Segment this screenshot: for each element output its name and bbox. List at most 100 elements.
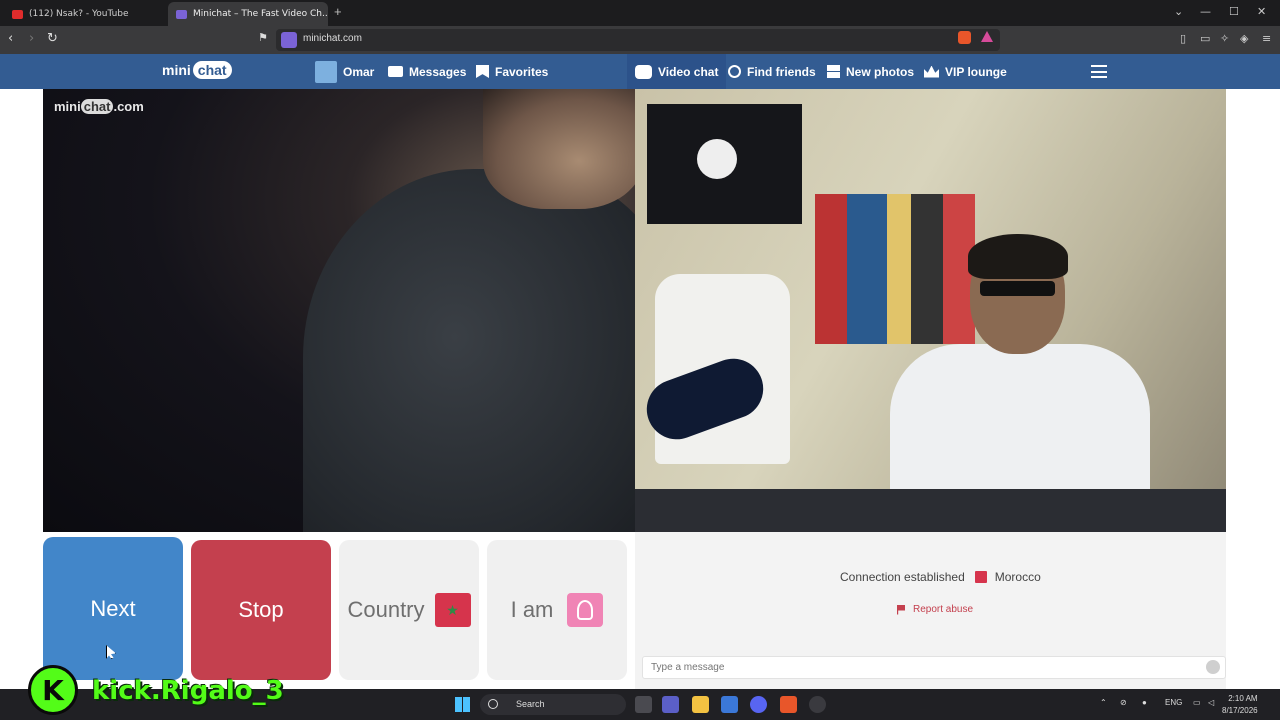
- mic-icon[interactable]: ●: [1142, 698, 1147, 707]
- browser-toolbar: ‹ › ↻ ⚑ minichat.com ▯ ▭ ✧ ◈ ≡: [0, 26, 1280, 54]
- bookmark-icon: [476, 65, 489, 78]
- address-bar[interactable]: minichat.com: [276, 29, 1000, 51]
- display-icon[interactable]: ▭: [1193, 698, 1201, 707]
- tab-list-chevron-icon[interactable]: ⌄: [1174, 5, 1183, 18]
- forward-button[interactable]: ›: [29, 31, 34, 46]
- tab-youtube[interactable]: (112) Nsak? - YouTube: [4, 2, 164, 26]
- maximize-button[interactable]: ☐: [1229, 5, 1239, 18]
- nav-user-label: Omar: [343, 64, 375, 79]
- stranger-face: [483, 89, 635, 209]
- reload-button[interactable]: ↻: [47, 31, 58, 46]
- network-icon[interactable]: ⊘: [1120, 698, 1127, 707]
- file-explorer-icon[interactable]: [692, 696, 709, 713]
- browser-tabbar: (112) Nsak? - YouTube Minichat – The Fas…: [0, 0, 1280, 26]
- tab-title: Minichat – The Fast Video Ch...: [193, 9, 328, 19]
- nav-favorites[interactable]: Favorites: [476, 54, 548, 89]
- nav-find-friends[interactable]: Find friends: [728, 54, 816, 89]
- nav-messages-label: Messages: [409, 64, 467, 79]
- partner-country: Morocco: [994, 570, 1041, 584]
- nav-messages[interactable]: Messages: [388, 54, 466, 89]
- tab-title: (112) Nsak? - YouTube: [29, 9, 129, 19]
- kick-logo-icon: K: [28, 665, 78, 715]
- app-icon[interactable]: [809, 696, 826, 713]
- site-navbar: mini chat Omar Messages Favorites Video …: [0, 54, 1280, 89]
- stranger-video: [43, 89, 635, 532]
- desk-image: [635, 489, 1226, 532]
- task-view-icon[interactable]: [635, 696, 652, 713]
- hamburger-menu-icon[interactable]: [1091, 65, 1107, 78]
- nav-vip-lounge[interactable]: VIP lounge: [924, 54, 1007, 89]
- nav-find-friends-label: Find friends: [747, 64, 816, 79]
- minichat-favicon-icon: [176, 9, 187, 19]
- menu-icon[interactable]: ≡: [1262, 32, 1271, 45]
- bookmark-icon[interactable]: ⚑: [258, 31, 268, 44]
- taskbar-clock[interactable]: 2:10 AM 8/17/2026: [1222, 693, 1258, 717]
- search-icon: [488, 699, 498, 709]
- site-info-icon[interactable]: [281, 32, 297, 48]
- kick-handle: kick.Rigalo_3: [92, 676, 284, 706]
- self-video: [635, 89, 1226, 532]
- avatar: [315, 60, 337, 83]
- nav-vip-lounge-label: VIP lounge: [945, 64, 1007, 79]
- country-label: Country: [347, 597, 425, 622]
- discord-icon[interactable]: [750, 696, 767, 713]
- leo-icon[interactable]: ✧: [1220, 32, 1229, 45]
- female-user-icon: [567, 593, 604, 627]
- report-abuse-link[interactable]: Report abuse: [897, 604, 973, 615]
- pirate-flag-image: [647, 104, 802, 224]
- video-watermark: mini chat .com: [54, 99, 144, 114]
- crown-icon: [924, 65, 939, 78]
- taskbar-search-label: Search: [516, 699, 545, 709]
- iam-label: I am: [510, 597, 554, 622]
- language-indicator[interactable]: ENG: [1165, 698, 1182, 707]
- nav-profile[interactable]: Omar: [315, 54, 374, 89]
- url-text: minichat.com: [303, 33, 362, 44]
- sidebar-icon[interactable]: ▯: [1180, 32, 1186, 45]
- connection-status: Connection established Morocco: [840, 570, 1041, 584]
- flag-icon: [897, 604, 905, 615]
- stop-label: Stop: [238, 597, 284, 622]
- volume-icon[interactable]: ◁: [1208, 698, 1214, 707]
- clock-date: 8/17/2026: [1222, 706, 1258, 715]
- nav-new-photos[interactable]: New photos: [827, 54, 914, 89]
- vpn-icon[interactable]: ◈: [1240, 32, 1248, 45]
- next-button[interactable]: Next: [43, 537, 183, 680]
- search-icon: [728, 65, 741, 78]
- next-label: Next: [90, 595, 136, 621]
- brave-shields-icon[interactable]: [958, 31, 971, 44]
- message-input[interactable]: [642, 656, 1226, 679]
- video-chat-icon: [635, 64, 652, 79]
- nav-video-chat-label: Video chat: [658, 64, 719, 79]
- nav-new-photos-label: New photos: [846, 64, 914, 79]
- stranger-silhouette: [303, 169, 635, 532]
- nav-video-chat[interactable]: Video chat: [627, 54, 727, 89]
- envelope-icon: [388, 66, 403, 77]
- brave-rewards-icon[interactable]: [981, 31, 993, 42]
- logo-chat-text: chat: [192, 61, 232, 79]
- close-window-button[interactable]: ✕: [1257, 5, 1266, 18]
- clock-time: 2:10 AM: [1228, 694, 1258, 703]
- status-text: Connection established: [840, 570, 965, 584]
- photos-icon: [827, 65, 840, 78]
- minichat-logo[interactable]: mini chat: [162, 61, 232, 79]
- youtube-icon: [12, 9, 23, 19]
- wallet-icon[interactable]: ▭: [1200, 32, 1210, 45]
- teams-icon[interactable]: [662, 696, 679, 713]
- tab-minichat[interactable]: Minichat – The Fast Video Ch... ✕: [168, 2, 328, 26]
- taskbar-search[interactable]: Search: [480, 694, 626, 715]
- emoji-icon[interactable]: [1206, 660, 1220, 674]
- logo-mini-text: mini: [162, 62, 191, 78]
- morocco-flag-icon: ★: [434, 593, 471, 627]
- brave-icon[interactable]: [780, 696, 797, 713]
- store-icon[interactable]: [721, 696, 738, 713]
- minimize-button[interactable]: —: [1200, 5, 1211, 18]
- new-tab-button[interactable]: +: [334, 4, 342, 19]
- country-button[interactable]: Country ★: [339, 540, 479, 680]
- windows-start-icon[interactable]: [455, 697, 470, 712]
- report-label: Report abuse: [913, 604, 974, 615]
- morocco-flag-icon: [974, 571, 987, 583]
- back-button[interactable]: ‹: [8, 31, 13, 46]
- tray-chevron-icon[interactable]: ⌃: [1100, 698, 1107, 707]
- stop-button[interactable]: Stop: [191, 540, 331, 680]
- gender-button[interactable]: I am: [487, 540, 627, 680]
